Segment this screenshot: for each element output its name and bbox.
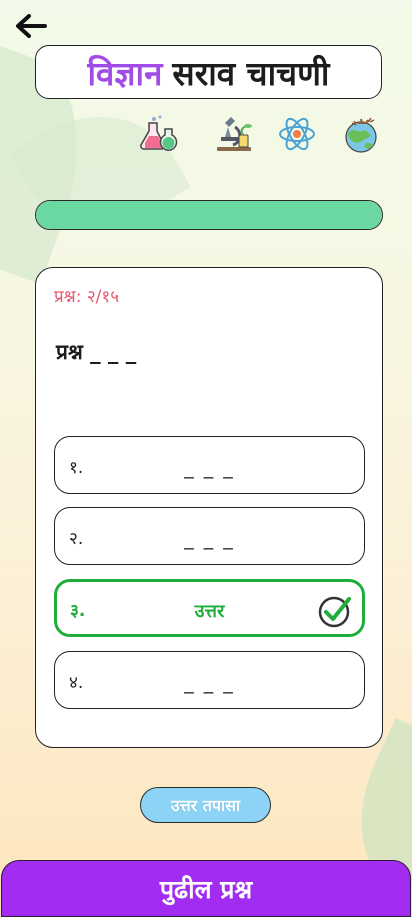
atom-icon [279, 117, 315, 151]
question-card: प्रश्न: २/१५ प्रश्न _ _ _ १. _ _ _ २. _ … [35, 267, 383, 748]
question-counter: प्रश्न: २/१५ [54, 287, 120, 307]
microscope-icon [217, 117, 252, 151]
title-rest-text: सराव चाचणी [172, 53, 330, 93]
option-text: उत्तर [194, 601, 225, 622]
science-icon-row [140, 113, 382, 157]
option-text: _ _ _ [184, 528, 235, 550]
title-accent-text: विज्ञान [87, 53, 163, 93]
progress-bar [35, 200, 383, 230]
check-circle-icon [318, 596, 351, 628]
progress-fill [36, 201, 382, 229]
next-question-button[interactable]: पुढील प्रश्न [1, 860, 411, 917]
option-3-correct[interactable]: ३. उत्तर [54, 579, 365, 637]
page-title: विज्ञान सराव चाचणी [35, 45, 382, 99]
option-4[interactable]: ४. _ _ _ [54, 651, 365, 709]
back-button[interactable] [12, 10, 50, 42]
option-text: _ _ _ [184, 457, 235, 479]
check-answer-button[interactable]: उत्तर तपासा [140, 787, 271, 823]
option-1[interactable]: १. _ _ _ [54, 436, 365, 494]
option-2[interactable]: २. _ _ _ [54, 507, 365, 565]
arrow-left-icon [16, 14, 47, 38]
globe-icon [345, 117, 377, 153]
flask-icon [140, 115, 178, 151]
question-text: प्रश्न _ _ _ [56, 340, 137, 364]
option-text: _ _ _ [184, 672, 235, 694]
